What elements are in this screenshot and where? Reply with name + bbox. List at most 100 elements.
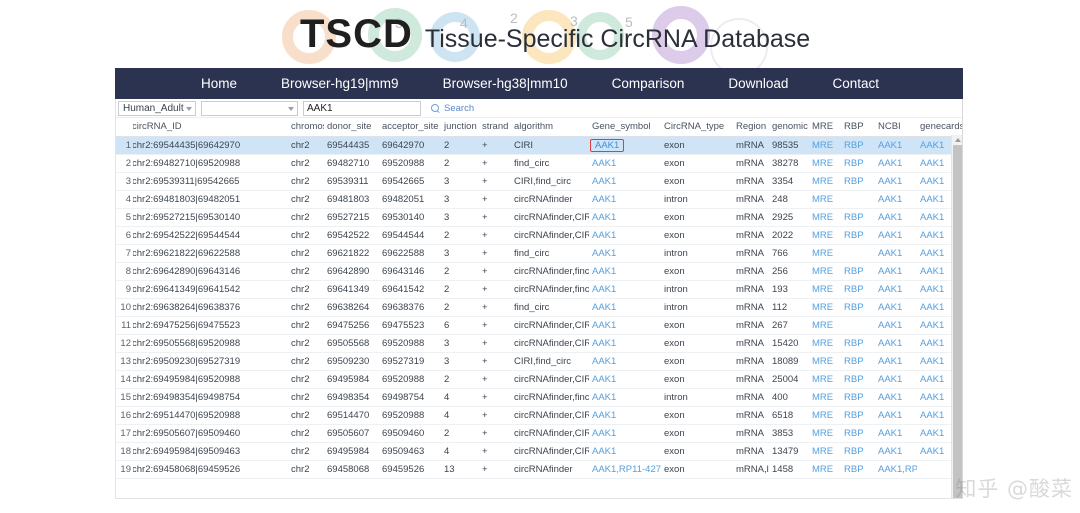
cell-rbp[interactable]: RBP xyxy=(841,209,875,227)
cell-mre[interactable]: MRE xyxy=(809,371,841,389)
cell-genecards-link[interactable]: AAK1 xyxy=(920,266,944,277)
cell-rbp[interactable]: RBP xyxy=(841,407,875,425)
column-header-junction[interactable]: junction xyxy=(441,118,479,137)
cell-ncbi-link[interactable]: AAK1 xyxy=(878,248,902,259)
cell-genecards-link[interactable]: AAK1 xyxy=(920,230,944,241)
cell-gene-symbol[interactable]: AAK1 xyxy=(589,425,661,443)
cell-genecards-link[interactable]: AAK1 xyxy=(920,338,944,349)
cell-gene-symbol[interactable]: AAK1 xyxy=(589,263,661,281)
cell-gene-symbol[interactable]: AAK1 xyxy=(589,443,661,461)
table-row[interactable]: 2chr2:69482710|69520988chr26948271069520… xyxy=(116,155,962,173)
table-row[interactable]: 1chr2:69544435|69642970chr26954443569642… xyxy=(116,137,962,155)
cell-rbp[interactable]: RBP xyxy=(841,227,875,245)
cell-mre-link[interactable]: MRE xyxy=(812,356,833,367)
table-row[interactable]: 10chr2:69638264|69638376chr2696382646963… xyxy=(116,299,962,317)
table-row[interactable]: 16chr2:69514470|69520988chr2695144706952… xyxy=(116,407,962,425)
cell-gene-symbol-link[interactable]: AAK1 xyxy=(592,284,616,295)
column-header-genecards[interactable]: genecards xyxy=(917,118,962,137)
cell-genecards-link[interactable]: AAK1 xyxy=(920,284,944,295)
cell-rbp-link[interactable]: RBP xyxy=(844,158,864,169)
column-header-donor-site[interactable]: donor_site xyxy=(324,118,379,137)
cell-ncbi-link[interactable]: AAK1,RP xyxy=(878,464,917,475)
cell-genecards-link[interactable]: AAK1 xyxy=(920,194,944,205)
table-row[interactable]: 6chr2:69542522|69544544chr26954252269544… xyxy=(116,227,962,245)
cell-gene-symbol[interactable]: AAK1 xyxy=(589,173,661,191)
cell-mre[interactable]: MRE xyxy=(809,335,841,353)
cell-gene-symbol-link[interactable]: AAK1 xyxy=(592,248,616,259)
table-row[interactable]: 9chr2:69641349|69641542chr26964134969641… xyxy=(116,281,962,299)
cell-ncbi[interactable]: AAK1 xyxy=(875,353,917,371)
cell-rbp-link[interactable]: RBP xyxy=(844,212,864,223)
cell-rbp-link[interactable]: RBP xyxy=(844,266,864,277)
table-row[interactable]: 11chr2:69475256|69475523chr2694752566947… xyxy=(116,317,962,335)
cell-mre[interactable]: MRE xyxy=(809,299,841,317)
cell-genecards-link[interactable]: AAK1 xyxy=(920,356,944,367)
cell-rbp-link[interactable]: RBP xyxy=(844,446,864,457)
cell-gene-symbol-link[interactable]: AAK1 xyxy=(592,158,616,169)
cell-gene-symbol-link[interactable]: AAK1 xyxy=(592,446,616,457)
cell-ncbi-link[interactable]: AAK1 xyxy=(878,392,902,403)
site-logo[interactable]: TSCD Tissue-Specific CircRNA Database xyxy=(300,14,810,54)
cell-ncbi[interactable]: AAK1 xyxy=(875,191,917,209)
cell-rbp[interactable]: RBP xyxy=(841,443,875,461)
cell-genecards-link[interactable]: AAK1 xyxy=(920,158,944,169)
cell-mre[interactable]: MRE xyxy=(809,389,841,407)
nav-item-contact[interactable]: Contact xyxy=(832,76,879,91)
cell-ncbi-link[interactable]: AAK1 xyxy=(878,176,902,187)
cell-genecards-link[interactable]: AAK1 xyxy=(920,176,944,187)
cell-gene-symbol-link[interactable]: AAK1 xyxy=(592,266,616,277)
cell-mre[interactable]: MRE xyxy=(809,155,841,173)
table-row[interactable]: 12chr2:69505568|69520988chr2695055686952… xyxy=(116,335,962,353)
cell-mre-link[interactable]: MRE xyxy=(812,320,833,331)
cell-rbp-link[interactable]: RBP xyxy=(844,464,864,475)
table-vertical-scrollbar[interactable] xyxy=(951,135,962,498)
cell-mre-link[interactable]: MRE xyxy=(812,428,833,439)
cell-gene-symbol[interactable]: AAK1 xyxy=(589,155,661,173)
cell-gene-symbol[interactable]: AAK1 xyxy=(589,299,661,317)
column-header-rbp[interactable]: RBP xyxy=(841,118,875,137)
cell-gene-symbol-link[interactable]: AAK1 xyxy=(592,230,616,241)
cell-rbp-link[interactable]: RBP xyxy=(844,356,864,367)
cell-rbp-link[interactable]: RBP xyxy=(844,284,864,295)
cell-rbp[interactable]: RBP xyxy=(841,389,875,407)
cell-gene-symbol[interactable]: AAK1 xyxy=(589,281,661,299)
cell-rbp-link[interactable]: RBP xyxy=(844,302,864,313)
cell-mre[interactable]: MRE xyxy=(809,263,841,281)
cell-mre-link[interactable]: MRE xyxy=(812,446,833,457)
cell-rbp[interactable]: RBP xyxy=(841,173,875,191)
cell-ncbi[interactable]: AAK1 xyxy=(875,425,917,443)
cell-mre-link[interactable]: MRE xyxy=(812,248,833,259)
cell-mre-link[interactable]: MRE xyxy=(812,266,833,277)
cell-mre-link[interactable]: MRE xyxy=(812,176,833,187)
table-row[interactable]: 5chr2:69527215|69530140chr26952721569530… xyxy=(116,209,962,227)
cell-gene-symbol-link[interactable]: AAK1 xyxy=(592,356,616,367)
cell-genecards-link[interactable]: AAK1 xyxy=(920,446,944,457)
cell-mre-link[interactable]: MRE xyxy=(812,140,833,151)
cell-rbp[interactable]: RBP xyxy=(841,335,875,353)
cell-ncbi[interactable]: AAK1 xyxy=(875,263,917,281)
cell-ncbi-link[interactable]: AAK1 xyxy=(878,266,902,277)
cell-rbp[interactable]: RBP xyxy=(841,263,875,281)
cell-mre-link[interactable]: MRE xyxy=(812,194,833,205)
cell-ncbi[interactable]: AAK1 xyxy=(875,443,917,461)
column-header-genomic[interactable]: genomic xyxy=(769,118,809,137)
cell-mre[interactable]: MRE xyxy=(809,209,841,227)
cell-rbp-link[interactable]: RBP xyxy=(844,392,864,403)
cell-rbp-link[interactable]: RBP xyxy=(844,230,864,241)
cell-rbp-link[interactable]: RBP xyxy=(844,410,864,421)
cell-mre[interactable]: MRE xyxy=(809,245,841,263)
column-header-strand[interactable]: strand xyxy=(479,118,511,137)
cell-rbp[interactable]: RBP xyxy=(841,137,875,155)
cell-gene-symbol[interactable]: AAK1 xyxy=(589,245,661,263)
cell-genecards-link[interactable]: AAK1 xyxy=(920,248,944,259)
cell-gene-symbol-link[interactable]: AAK1 xyxy=(592,410,616,421)
cell-ncbi-link[interactable]: AAK1 xyxy=(878,374,902,385)
cell-rbp[interactable] xyxy=(841,191,875,209)
cell-mre[interactable]: MRE xyxy=(809,407,841,425)
cell-mre-link[interactable]: MRE xyxy=(812,464,833,475)
cell-gene-symbol[interactable]: AAK1 xyxy=(589,407,661,425)
table-row[interactable]: 8chr2:69642890|69643146chr26964289069643… xyxy=(116,263,962,281)
cell-gene-symbol-link[interactable]: AAK1 xyxy=(592,428,616,439)
cell-genecards-link[interactable]: AAK1 xyxy=(920,374,944,385)
cell-rbp[interactable]: RBP xyxy=(841,299,875,317)
